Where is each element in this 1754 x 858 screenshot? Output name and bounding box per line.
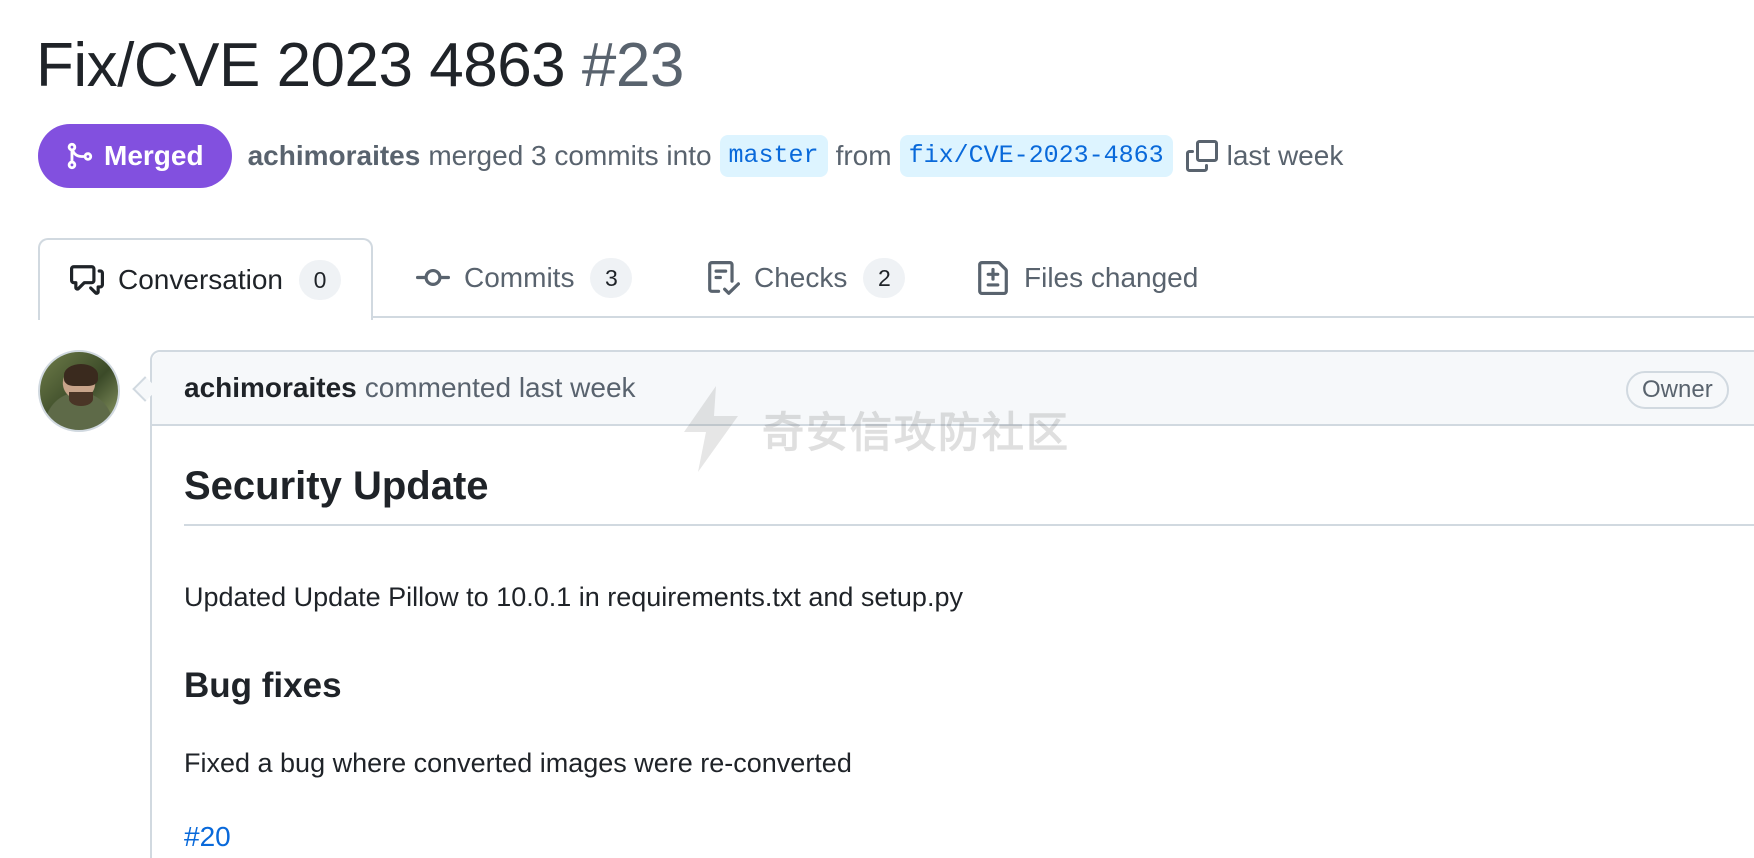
copy-icon — [1185, 140, 1218, 172]
comment-heading: Security Update — [184, 462, 1754, 526]
tab-conversation[interactable]: Conversation 0 — [38, 238, 373, 320]
comment-header: achimoraites commented last week Owner — [152, 352, 1754, 426]
merge-time: last week — [1226, 140, 1344, 171]
head-branch-label[interactable]: fix/CVE-2023-4863 — [899, 135, 1173, 177]
tab-conversation-label: Conversation — [118, 264, 283, 295]
comment-author-link[interactable]: achimoraites — [184, 372, 357, 404]
pr-meta: Merged achimoraites merged 3 commits int… — [38, 124, 1343, 188]
tab-files-changed-label: Files changed — [1024, 262, 1199, 293]
merge-description: merged 3 commits into — [428, 140, 712, 171]
pr-title-text: Fix/CVE 2023 4863 — [36, 31, 566, 100]
base-branch-label[interactable]: master — [719, 135, 828, 177]
comment-subheading: Bug fixes — [184, 666, 342, 705]
copy-branch-button[interactable] — [1185, 139, 1219, 173]
owner-label: Owner — [1626, 371, 1729, 409]
git-merge-icon — [67, 142, 93, 170]
file-diff-icon — [978, 261, 1008, 295]
avatar-hair — [64, 364, 98, 386]
tab-commits[interactable]: Commits 3 — [416, 238, 633, 318]
comment-discussion-icon — [70, 265, 104, 295]
from-text: from — [835, 140, 892, 171]
comment-paragraph-2: Fixed a bug where converted images were … — [184, 748, 852, 778]
comment-box: achimoraites commented last week Owner S… — [150, 350, 1754, 858]
checklist-icon — [708, 261, 740, 295]
pr-title: Fix/CVE 2023 4863 #23 — [36, 30, 684, 102]
comment-timestamp[interactable]: commented last week — [365, 372, 636, 404]
comment-paragraph-1: Updated Update Pillow to 10.0.1 in requi… — [184, 582, 963, 612]
avatar-beard — [69, 392, 93, 406]
pr-author-link[interactable]: achimoraites — [248, 140, 421, 172]
git-commit-icon — [416, 268, 450, 286]
pr-number: #23 — [581, 31, 684, 100]
tab-commits-label: Commits — [464, 262, 575, 293]
issue-link[interactable]: #20 — [184, 821, 231, 853]
tab-commits-count: 3 — [590, 258, 633, 298]
tab-checks-count: 2 — [863, 258, 906, 298]
state-label: Merged — [104, 140, 204, 171]
merged-state-badge: Merged — [38, 124, 232, 188]
tab-checks-label: Checks — [754, 262, 848, 293]
avatar[interactable] — [38, 350, 120, 432]
pr-page: Fix/CVE 2023 4863 #23 Merged achimoraite… — [0, 0, 1754, 858]
pr-tabs: Conversation 0 Commits 3 Checks 2 Files … — [38, 238, 1754, 320]
tab-conversation-count: 0 — [298, 260, 341, 300]
tab-checks[interactable]: Checks 2 — [706, 238, 906, 318]
tab-files-changed[interactable]: Files changed — [976, 238, 1198, 318]
